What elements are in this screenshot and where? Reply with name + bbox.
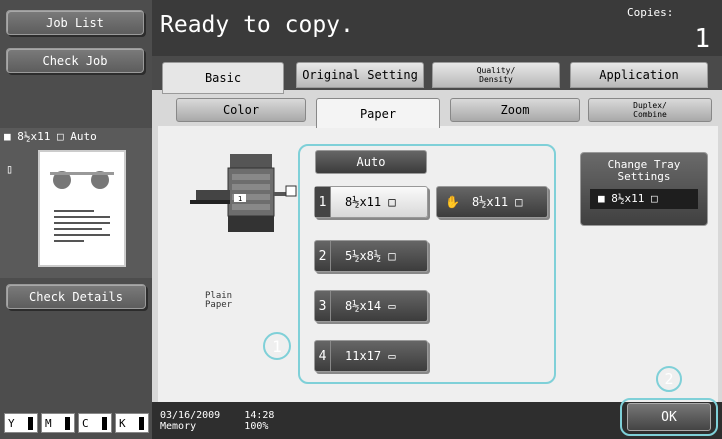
tray-size: 8½x11 □ [345, 195, 396, 209]
toner-label: K [119, 416, 126, 430]
tab-duplex-combine[interactable]: Duplex/ Combine [588, 98, 712, 122]
toner-yellow: Y [4, 413, 38, 433]
date-memory-status: 03/16/2009 14:28 Memory 100% [160, 410, 274, 432]
change-tray-label: Change Tray Settings [607, 158, 681, 183]
document-icon: ▯ [6, 162, 14, 176]
toner-black: K [115, 413, 149, 433]
tray-number: 4 [315, 341, 331, 371]
callout-marker-2: 2 [656, 366, 682, 392]
time: 14:28 [244, 410, 275, 421]
job-list-button[interactable]: Job List [6, 10, 144, 35]
tray-size: 8½x11 □ [471, 195, 523, 209]
tab-application[interactable]: Application [570, 62, 708, 88]
svg-text:1: 1 [238, 195, 242, 203]
memory-label: Memory [160, 421, 197, 432]
copies-label: Copies: [627, 6, 674, 19]
toner-magenta: M [41, 413, 75, 433]
paper-type-label: Plain Paper [205, 291, 233, 310]
toner-level-bar [28, 417, 33, 430]
toner-label: M [45, 416, 52, 430]
copier-machine-icon: 1 [190, 154, 297, 232]
tray-size: 11x17 ▭ [345, 349, 396, 363]
copier-screen: Job List Check Job ■ 8½x11 □ Auto ▯ Chec… [0, 0, 722, 439]
callout-marker-1: 1 [263, 332, 291, 360]
toner-label: C [82, 416, 89, 430]
tray-size: 8½x14 ▭ [345, 299, 396, 313]
tab-color[interactable]: Color [176, 98, 306, 122]
left-sidebar: Job List Check Job ■ 8½x11 □ Auto ▯ Chec… [0, 0, 152, 439]
tray-number: 2 [315, 241, 331, 271]
bypass-tray-button[interactable]: ✋ 8½x11 □ [436, 186, 548, 218]
auto-paper-button[interactable]: Auto [315, 150, 427, 174]
copies-count: 1 [694, 24, 710, 54]
change-tray-size: ■ 8½x11 □ [590, 189, 698, 209]
tray-4-button[interactable]: 4 11x17 ▭ [314, 340, 428, 372]
tray-2-button[interactable]: 2 5½x8½ □ [314, 240, 428, 272]
tray-number: 3 [315, 291, 331, 321]
toner-level-bar [102, 417, 107, 430]
date: 03/16/2009 [160, 410, 221, 421]
tab-zoom[interactable]: Zoom [450, 98, 580, 122]
toner-cyan: C [78, 413, 112, 433]
check-job-button[interactable]: Check Job [6, 48, 144, 73]
preview-content-icon [50, 171, 114, 242]
change-tray-settings-button[interactable]: Change Tray Settings ■ 8½x11 □ [580, 152, 708, 226]
tab-original-setting[interactable]: Original Setting [296, 62, 424, 88]
tray-size: 5½x8½ □ [345, 249, 396, 263]
status-message: Ready to copy. [160, 12, 354, 38]
tray-number: 1 [315, 187, 331, 217]
tray-1-button[interactable]: 1 8½x11 □ [314, 186, 428, 218]
tray-3-button[interactable]: 3 8½x14 ▭ [314, 290, 428, 322]
check-details-button[interactable]: Check Details [6, 284, 146, 309]
toner-level-bar [139, 417, 144, 430]
toner-label: Y [8, 416, 15, 430]
hand-icon: ✋ [445, 195, 460, 209]
status-header: Ready to copy. Copies: 1 [152, 0, 722, 56]
preview-panel: ■ 8½x11 □ Auto ▯ [0, 128, 152, 278]
tab-quality-density[interactable]: Quality/ Density [432, 62, 560, 88]
ok-button[interactable]: OK [627, 403, 711, 431]
toner-level-bar [65, 417, 70, 430]
tab-basic[interactable]: Basic [162, 62, 284, 94]
preview-settings-label: ■ 8½x11 □ Auto [4, 130, 97, 143]
preview-document [38, 150, 126, 267]
memory-value: 100% [244, 421, 269, 432]
toner-levels: Y M C K [4, 413, 149, 435]
tab-paper[interactable]: Paper [316, 98, 440, 128]
